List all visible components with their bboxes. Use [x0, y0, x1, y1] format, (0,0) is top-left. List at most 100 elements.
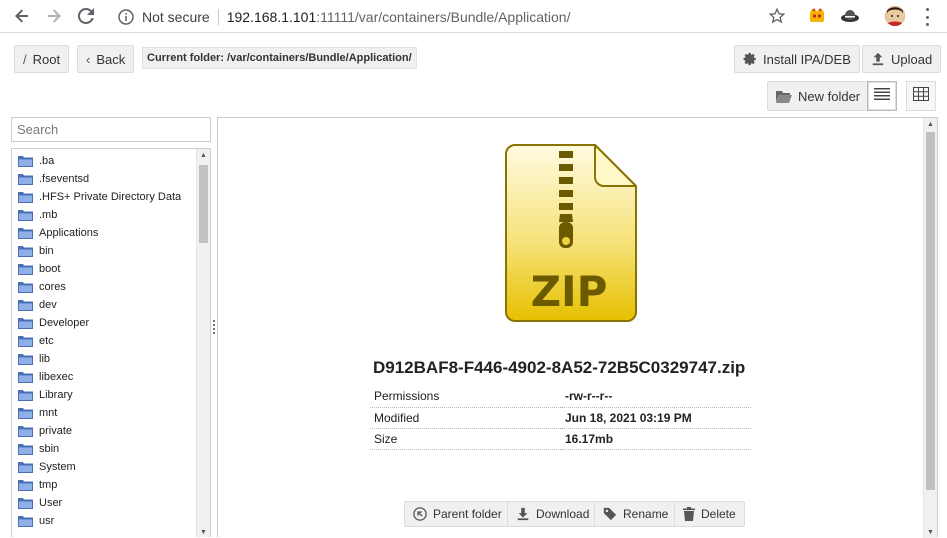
tree-item-label: mnt — [39, 407, 58, 419]
chevron-left-icon: ‹ — [86, 51, 91, 67]
tree-item[interactable]: .HFS+ Private Directory Data — [12, 188, 210, 206]
tree-item-label: private — [39, 425, 73, 437]
tree-item[interactable]: tmp — [12, 476, 210, 494]
folder-icon — [18, 245, 33, 257]
root-button[interactable]: / Root — [14, 45, 70, 73]
scroll-up-icon[interactable]: ▲ — [927, 121, 934, 128]
folder-icon — [18, 353, 33, 365]
search-input[interactable] — [11, 117, 211, 142]
tree-item[interactable]: etc — [12, 332, 210, 350]
tree-item[interactable]: lib — [12, 350, 210, 368]
tree-item[interactable]: Library — [12, 386, 210, 404]
extension-icon[interactable] — [808, 7, 826, 25]
delete-label: Delete — [701, 507, 736, 521]
back-button[interactable]: ‹ Back — [77, 45, 135, 73]
rename-label: Rename — [623, 507, 669, 521]
zip-icon-label: ZIP — [531, 267, 608, 316]
current-folder-label: Current folder: /var/containers/Bundle/A… — [142, 47, 417, 69]
tree-item[interactable]: System — [12, 458, 210, 476]
tree-item[interactable]: usr — [12, 512, 210, 530]
tree-item-label: dev — [39, 299, 57, 311]
folder-icon — [18, 227, 33, 239]
list-view-button[interactable] — [867, 81, 897, 111]
tree-item[interactable]: boot — [12, 260, 210, 278]
tree-item[interactable]: dev — [12, 296, 210, 314]
folder-icon — [18, 479, 33, 491]
tree-item-label: User — [39, 497, 63, 509]
forward-arrow-icon[interactable] — [38, 0, 70, 33]
tree-item[interactable]: User — [12, 494, 210, 512]
tree-item[interactable]: bin — [12, 242, 210, 260]
scroll-thumb[interactable] — [199, 165, 208, 243]
folder-icon — [18, 335, 33, 347]
tree-item-label: tmp — [39, 479, 58, 491]
folder-icon — [18, 191, 33, 203]
reload-icon[interactable] — [70, 0, 102, 33]
divider — [217, 8, 219, 25]
parent-folder-button[interactable]: Parent folder — [404, 501, 511, 527]
new-folder-button[interactable]: New folder — [767, 81, 870, 111]
tree-item-label: Applications — [39, 227, 99, 239]
tree-item[interactable]: libexec — [12, 368, 210, 386]
upload-icon — [871, 52, 885, 66]
folder-icon — [18, 407, 33, 419]
tree-item-label: sbin — [39, 443, 60, 455]
zip-file-icon: ZIP — [505, 144, 637, 322]
scroll-down-icon[interactable]: ▼ — [200, 529, 207, 536]
tree-item[interactable]: private — [12, 422, 210, 440]
preview-scrollbar[interactable]: ▲ ▼ — [923, 118, 937, 538]
url-path: :11111/var/containers/Bundle/Application… — [316, 8, 571, 25]
folder-icon — [18, 299, 33, 311]
property-label: Size — [370, 428, 561, 450]
scroll-up-icon[interactable]: ▲ — [200, 152, 207, 159]
tree-item-label: boot — [39, 263, 61, 275]
file-properties-table: Permissions -rw-r--r-- Modified Jun 18, … — [370, 386, 751, 450]
tree-item[interactable]: mnt — [12, 404, 210, 422]
table-row: Size 16.17mb — [370, 428, 751, 450]
tag-icon — [603, 507, 617, 521]
install-label: Install IPA/DEB — [763, 51, 851, 67]
tree-list: .ba .fseventsd .HFS+ Private Directory Dat… — [12, 149, 210, 530]
folder-icon — [18, 389, 33, 401]
bookmark-star-icon[interactable] — [768, 7, 786, 30]
tree-item-label: System — [39, 461, 76, 473]
delete-button[interactable]: Delete — [674, 501, 745, 527]
info-icon[interactable] — [118, 8, 134, 25]
tree-item[interactable]: .fseventsd — [12, 170, 210, 188]
tree-item-label: .ba — [39, 155, 55, 167]
folder-icon — [18, 497, 33, 509]
back-arrow-icon[interactable] — [6, 0, 38, 33]
upload-label: Upload — [891, 51, 933, 67]
property-value: -rw-r--r-- — [561, 386, 751, 408]
download-button[interactable]: Download — [507, 501, 599, 527]
browser-toolbar: Not secure 192.168.1.101:11111/var/conta… — [0, 0, 947, 33]
address-bar[interactable]: Not secure 192.168.1.101:11111/var/conta… — [110, 3, 800, 30]
grid-view-button[interactable] — [906, 81, 936, 111]
pane-splitter[interactable] — [212, 320, 216, 334]
tree-item[interactable]: cores — [12, 278, 210, 296]
extension-icon[interactable] — [840, 8, 860, 24]
folder-icon — [18, 209, 33, 221]
tree-item[interactable]: sbin — [12, 440, 210, 458]
property-value: Jun 18, 2021 03:19 PM — [561, 407, 751, 429]
property-label: Permissions — [370, 386, 561, 408]
tree-item-label: lib — [39, 353, 51, 365]
install-ipa-deb-button[interactable]: Install IPA/DEB — [734, 45, 860, 73]
rename-button[interactable]: Rename — [594, 501, 678, 527]
scroll-down-icon[interactable]: ▼ — [927, 529, 934, 536]
upload-button[interactable]: Upload — [862, 45, 942, 73]
profile-avatar[interactable] — [885, 6, 905, 26]
tree-item-label: .HFS+ Private Directory Data — [39, 191, 182, 203]
tree-scrollbar[interactable]: ▲ ▼ — [196, 149, 210, 537]
property-value: 16.17mb — [561, 428, 751, 450]
folder-icon — [18, 263, 33, 275]
folder-open-icon — [776, 90, 792, 103]
file-preview-pane: ZIP D912BAF8-F446-4902-8A52-72B5C0329747… — [217, 117, 938, 538]
tree-item-label: .mb — [39, 209, 58, 221]
tree-item[interactable]: Developer — [12, 314, 210, 332]
tree-item[interactable]: Applications — [12, 224, 210, 242]
tree-item[interactable]: .mb — [12, 206, 210, 224]
browser-menu-icon[interactable] — [920, 8, 934, 26]
scroll-thumb[interactable] — [926, 132, 935, 490]
tree-item[interactable]: .ba — [12, 152, 210, 170]
